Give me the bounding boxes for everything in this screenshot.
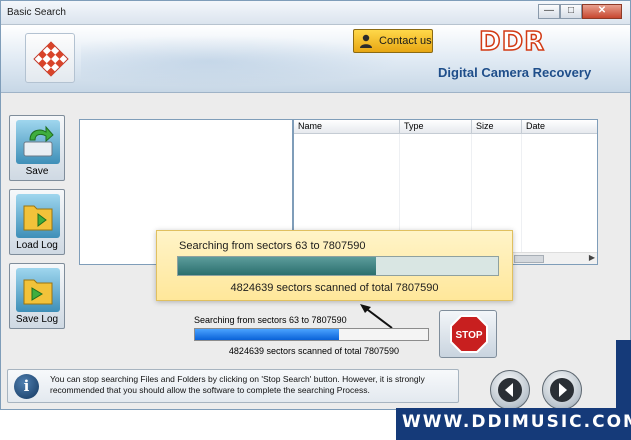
logo-icon (33, 41, 69, 77)
column-header-type[interactable]: Type (400, 120, 472, 133)
back-button[interactable] (490, 370, 530, 410)
stop-label: STOP (455, 330, 482, 341)
website-banner: WWW.DDIMUSIC.COM (396, 408, 631, 440)
info-message: You can stop searching Files and Folders… (50, 374, 425, 395)
close-button[interactable]: ✕ (582, 4, 622, 19)
column-header-date[interactable]: Date (522, 120, 597, 133)
maximize-button[interactable]: □ (560, 4, 582, 19)
website-text: WWW.DDIMUSIC.COM (402, 412, 631, 432)
next-arrow-icon (550, 378, 574, 402)
file-list-header: Name Type Size Date (294, 120, 597, 134)
column-header-name[interactable]: Name (294, 120, 400, 133)
window-title: Basic Search (7, 7, 66, 18)
brand-corner-strip (616, 340, 631, 410)
sectors-scanned-text: 4824639 sectors scanned of total 7807590 (228, 346, 400, 356)
app-header: Contact us DDR Digital Camera Recovery (1, 25, 630, 93)
folder-save-icon (16, 268, 60, 312)
load-log-label: Load Log (16, 240, 58, 251)
person-icon (360, 34, 372, 48)
search-progress-fill (195, 329, 340, 340)
next-button[interactable] (542, 370, 582, 410)
load-log-button[interactable]: Load Log (9, 189, 65, 255)
info-bar: i You can stop searching Files and Folde… (7, 369, 459, 403)
app-logo (25, 33, 75, 83)
folder-icon (16, 194, 60, 238)
search-progress-bar (194, 328, 429, 341)
progress-zoom-callout: Searching from sectors 63 to 7807590 482… (156, 230, 513, 301)
contact-us-button[interactable]: Contact us (353, 29, 433, 53)
save-log-button[interactable]: Save Log (9, 263, 65, 329)
column-header-size[interactable]: Size (472, 120, 522, 133)
callout-progress-bar (177, 256, 499, 276)
callout-progress-fill (178, 257, 377, 275)
contact-us-label: Contact us (379, 35, 432, 47)
window-controls: — □ ✕ (538, 4, 622, 19)
minimize-button[interactable]: — (538, 4, 560, 19)
stop-sign-icon: STOP (450, 315, 488, 353)
back-arrow-icon (498, 378, 522, 402)
app-window: Basic Search — □ ✕ Contact us DDR Digita… (0, 0, 631, 410)
callout-status-text: 4824639 sectors scanned of total 7807590 (230, 282, 439, 294)
callout-search-text: Searching from sectors 63 to 7807590 (179, 240, 366, 252)
brand-logo-text: DDR (478, 26, 546, 58)
search-range-text: Searching from sectors 63 to 7807590 (194, 315, 347, 325)
scroll-right-icon[interactable]: ▶ (589, 253, 595, 262)
save-log-label: Save Log (15, 314, 59, 325)
save-drive-icon (16, 120, 60, 164)
title-bar: Basic Search — □ ✕ (1, 1, 630, 25)
save-button[interactable]: Save (9, 115, 65, 181)
save-label: Save (25, 166, 49, 177)
scrollbar-thumb[interactable] (514, 255, 544, 263)
search-progress-area: Searching from sectors 63 to 7807590 482… (194, 315, 434, 356)
stop-search-button[interactable]: STOP (439, 310, 497, 358)
info-icon: i (14, 374, 39, 399)
product-name: Digital Camera Recovery (438, 65, 592, 80)
